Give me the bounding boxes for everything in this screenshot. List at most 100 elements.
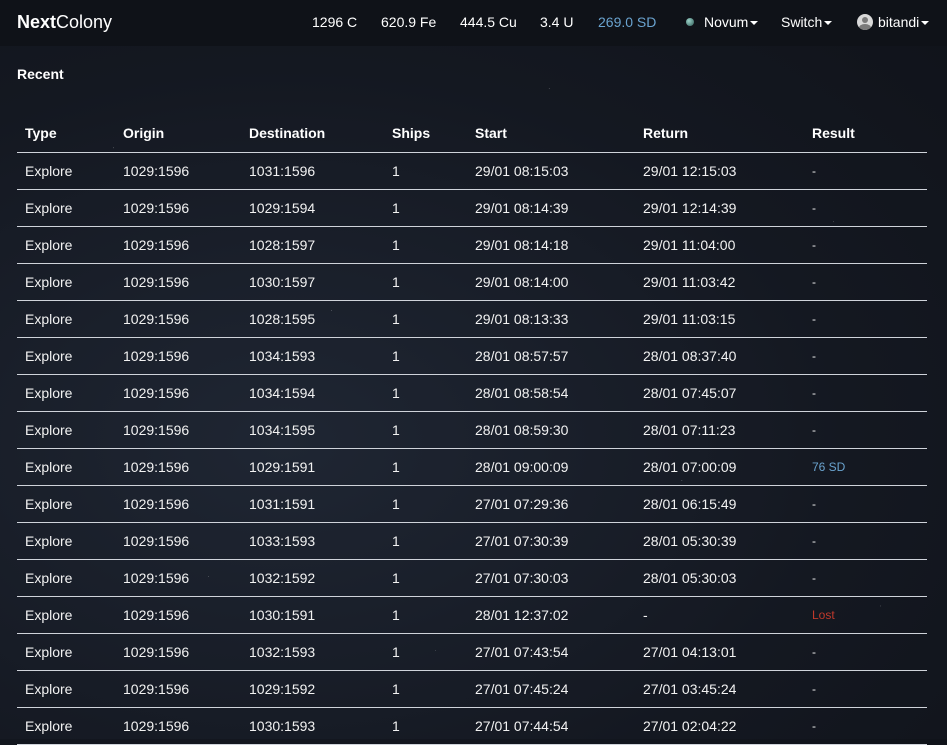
cell-result: - — [804, 670, 927, 708]
cell-return: 28/01 07:00:09 — [635, 448, 804, 486]
cell-ships: 1 — [384, 670, 467, 708]
cell-result: - — [804, 263, 927, 301]
user-name: bitandi — [878, 14, 920, 30]
cell-result: - — [804, 226, 927, 264]
cell-return: 29/01 11:03:15 — [635, 300, 804, 338]
cell-destination: 1034:1593 — [241, 337, 384, 375]
brand-bold: Next — [17, 12, 57, 32]
cell-destination: 1028:1595 — [241, 300, 384, 338]
cell-ships: 1 — [384, 633, 467, 671]
cell-ships: 1 — [384, 596, 467, 634]
cell-ships: 1 — [384, 337, 467, 375]
cell-origin: 1029:1596 — [115, 337, 241, 375]
switch-dropdown[interactable]: Switch — [781, 14, 833, 30]
section-title: Recent — [17, 66, 64, 82]
cell-start: 28/01 12:37:02 — [467, 596, 635, 634]
cell-return: 28/01 05:30:39 — [635, 522, 804, 560]
cell-origin: 1029:1596 — [115, 226, 241, 264]
cell-type: Explore — [17, 189, 115, 227]
cell-result: Lost — [804, 596, 927, 634]
cell-type: Explore — [17, 374, 115, 412]
resource-coal: 1296 C — [312, 14, 358, 30]
cell-ships: 1 — [384, 226, 467, 264]
table-row: Explore 1029:1596 1031:1596 1 29/01 08:15:03… — [17, 152, 927, 190]
planet-name: Novum — [704, 14, 749, 30]
cell-return: 28/01 08:37:40 — [635, 337, 804, 375]
cell-return: 27/01 04:13:01 — [635, 633, 804, 671]
cell-ships: 1 — [384, 485, 467, 523]
cell-start: 29/01 08:14:39 — [467, 189, 635, 227]
cell-return: 29/01 12:14:39 — [635, 189, 804, 227]
cell-ships: 1 — [384, 374, 467, 412]
table-row: Explore 1029:1596 1030:1591 1 28/01 12:37:02… — [17, 596, 927, 634]
user-dropdown[interactable]: bitandi — [857, 14, 930, 30]
cell-ships: 1 — [384, 559, 467, 597]
table-row: Explore 1029:1596 1028:1597 1 29/01 08:14:18… — [17, 226, 927, 264]
cell-destination: 1031:1596 — [241, 152, 384, 190]
cell-destination: 1031:1591 — [241, 485, 384, 523]
cell-start: 28/01 09:00:09 — [467, 448, 635, 486]
cell-start: 27/01 07:29:36 — [467, 485, 635, 523]
column-header-ships: Ships — [384, 113, 467, 153]
table-row: Explore 1029:1596 1032:1593 1 27/01 07:43:54… — [17, 633, 927, 671]
cell-ships: 1 — [384, 263, 467, 301]
cell-result: - — [804, 485, 927, 523]
column-header-return: Return — [635, 113, 804, 153]
cell-start: 28/01 08:58:54 — [467, 374, 635, 412]
brand-logo[interactable]: NextColony — [17, 12, 112, 33]
caret-down-icon — [824, 21, 833, 25]
cell-result: 76 SD — [804, 448, 927, 486]
cell-destination: 1033:1593 — [241, 522, 384, 560]
resource-uranium: 3.4 U — [540, 14, 574, 30]
caret-down-icon — [750, 21, 759, 25]
cell-origin: 1029:1596 — [115, 448, 241, 486]
cell-result: - — [804, 152, 927, 190]
cell-return: - — [635, 596, 804, 634]
cell-type: Explore — [17, 226, 115, 264]
cell-ships: 1 — [384, 300, 467, 338]
cell-type: Explore — [17, 522, 115, 560]
cell-origin: 1029:1596 — [115, 189, 241, 227]
cell-type: Explore — [17, 596, 115, 634]
cell-destination: 1034:1594 — [241, 374, 384, 412]
table-row: Explore 1029:1596 1033:1593 1 27/01 07:30:39… — [17, 522, 927, 560]
cell-type: Explore — [17, 300, 115, 338]
cell-type: Explore — [17, 337, 115, 375]
cell-result: - — [804, 633, 927, 671]
column-header-origin: Origin — [115, 113, 241, 153]
cell-return: 29/01 11:03:42 — [635, 263, 804, 301]
cell-origin: 1029:1596 — [115, 485, 241, 523]
cell-type: Explore — [17, 152, 115, 190]
cell-type: Explore — [17, 411, 115, 449]
cell-origin: 1029:1596 — [115, 152, 241, 190]
cell-destination: 1030:1597 — [241, 263, 384, 301]
cell-return: 28/01 07:45:07 — [635, 374, 804, 412]
cell-type: Explore — [17, 448, 115, 486]
table-row: Explore 1029:1596 1034:1594 1 28/01 08:58:54… — [17, 374, 927, 412]
switch-label: Switch — [781, 14, 823, 30]
cell-return: 28/01 06:15:49 — [635, 485, 804, 523]
fleet-history-table: Type Origin Destination Ships Start Retu… — [17, 113, 927, 745]
cell-result: - — [804, 300, 927, 338]
cell-destination: 1032:1592 — [241, 559, 384, 597]
column-header-destination: Destination — [241, 113, 384, 153]
cell-destination: 1032:1593 — [241, 633, 384, 671]
cell-start: 29/01 08:14:18 — [467, 226, 635, 264]
resource-copper: 444.5 Cu — [460, 14, 517, 30]
planet-dropdown[interactable]: Novum — [686, 14, 759, 30]
cell-type: Explore — [17, 670, 115, 708]
user-avatar-icon — [857, 14, 873, 30]
cell-start: 27/01 07:45:24 — [467, 670, 635, 708]
cell-origin: 1029:1596 — [115, 596, 241, 634]
cell-return: 28/01 05:30:03 — [635, 559, 804, 597]
cell-origin: 1029:1596 — [115, 633, 241, 671]
cell-origin: 1029:1596 — [115, 411, 241, 449]
cell-destination: 1030:1591 — [241, 596, 384, 634]
table-row: Explore 1029:1596 1031:1591 1 27/01 07:29:36… — [17, 485, 927, 523]
cell-start: 28/01 08:59:30 — [467, 411, 635, 449]
cell-start: 29/01 08:13:33 — [467, 300, 635, 338]
table-row: Explore 1029:1596 1029:1592 1 27/01 07:45:24… — [17, 670, 927, 708]
cell-ships: 1 — [384, 189, 467, 227]
cell-result: - — [804, 411, 927, 449]
table-row: Explore 1029:1596 1032:1592 1 27/01 07:30:03… — [17, 559, 927, 597]
